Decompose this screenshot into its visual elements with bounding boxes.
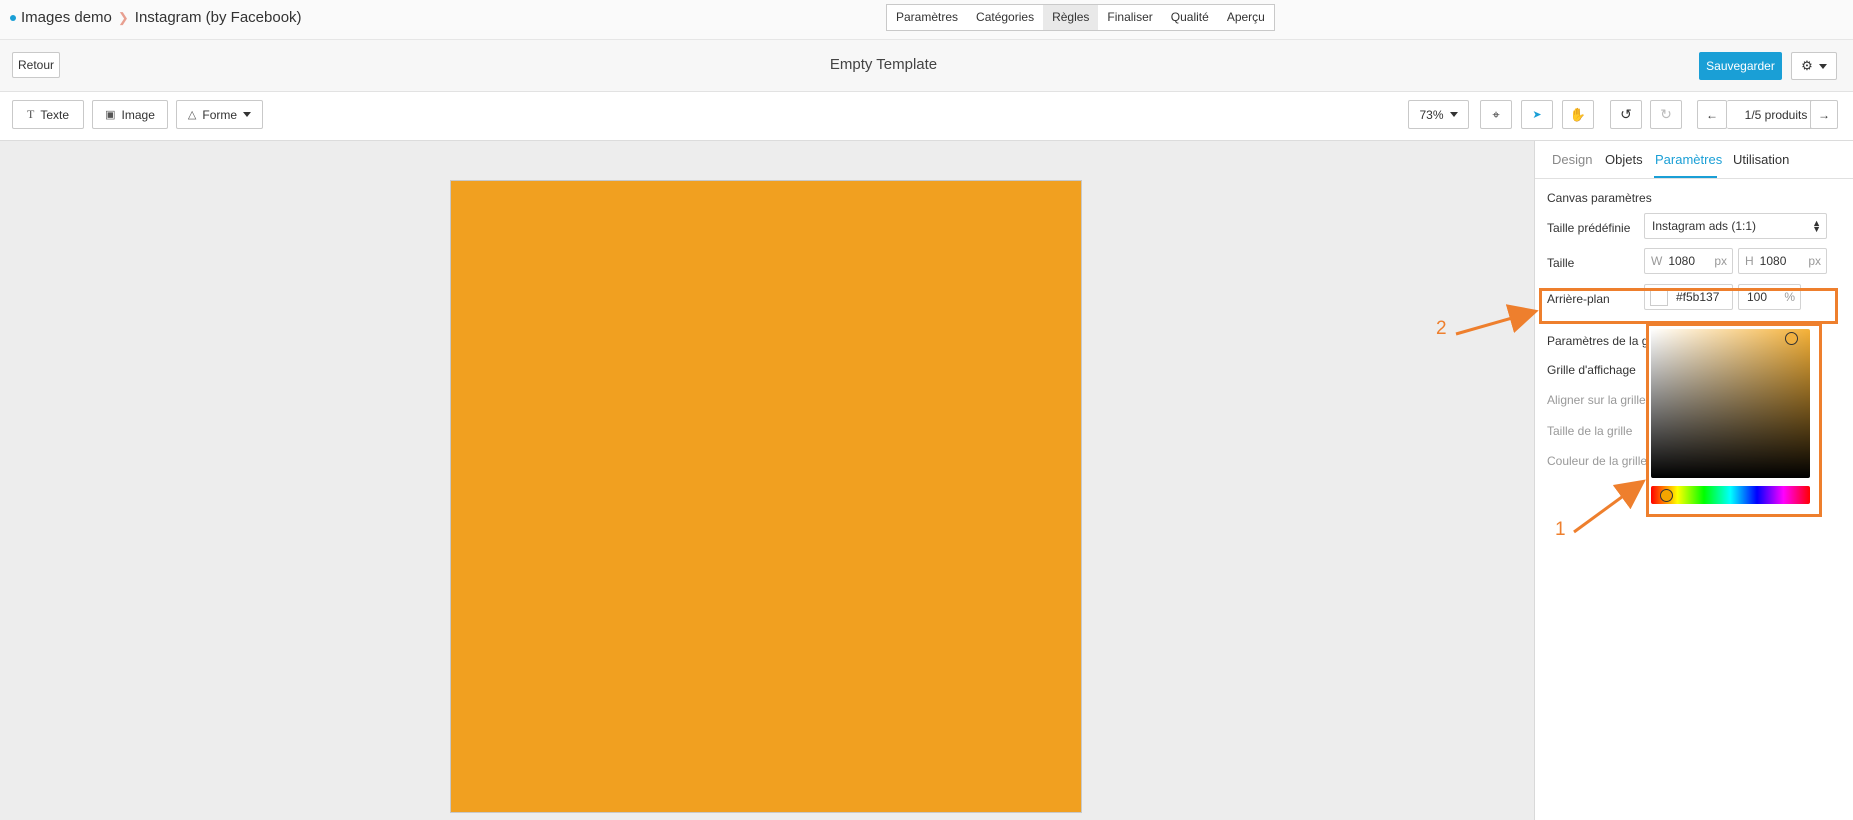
top-bar: Images demo ❯ Instagram (by Facebook) Pa… (0, 0, 1853, 40)
chevron-down-icon (1449, 112, 1458, 117)
width-unit: px (1714, 254, 1727, 268)
canvas-section-title: Canvas paramètres (1547, 191, 1652, 205)
step-finaliser[interactable]: Finaliser (1098, 5, 1161, 30)
editor-toolbar: T Texte ▣ Image △ Forme 73% ⌖ ➤ ✋ ↺ ↻ ← … (0, 92, 1853, 141)
add-text-label: Texte (40, 107, 70, 122)
redo-icon: ↻ (1660, 106, 1672, 122)
header-bar: Retour Empty Template Sauvegarder ⚙ (0, 40, 1853, 92)
height-unit: px (1808, 254, 1821, 268)
chevron-right-icon: ❯ (117, 9, 129, 25)
step-parametres[interactable]: Paramètres (887, 5, 967, 30)
sort-arrows-icon: ▲ ▼ (1812, 218, 1821, 234)
width-input[interactable]: W 1080 px (1644, 248, 1733, 274)
tab-design[interactable]: Design (1552, 152, 1592, 167)
grid-section-title: Paramètres de la g (1547, 334, 1649, 348)
height-prefix: H (1745, 254, 1754, 268)
preset-size-label: Taille prédéfinie (1547, 221, 1631, 235)
chevron-down-icon (243, 112, 252, 117)
cursor-icon: ➤ (1532, 109, 1542, 121)
breadcrumb-current: Instagram (by Facebook) (134, 9, 302, 26)
preset-size-value: Instagram ads (1:1) (1652, 219, 1757, 233)
redo-button[interactable]: ↻ (1650, 100, 1682, 129)
breadcrumb-root[interactable]: Images demo (21, 9, 112, 26)
arrow-right-icon: → (1818, 107, 1830, 122)
design-canvas[interactable] (450, 180, 1082, 813)
height-value: 1080 (1759, 254, 1787, 268)
tab-parametres[interactable]: Paramètres (1655, 152, 1722, 167)
next-product-button[interactable]: → (1810, 100, 1838, 129)
annotation-label-1: 1 (1555, 519, 1566, 540)
add-text-button[interactable]: T Texte (12, 100, 84, 129)
active-tab-indicator (1654, 176, 1717, 178)
undo-icon: ↺ (1620, 106, 1632, 122)
width-value: 1080 (1668, 254, 1696, 268)
grid-display-label: Grille d'affichage (1547, 363, 1636, 377)
settings-dropdown-button[interactable]: ⚙ (1791, 52, 1837, 80)
image-icon: ▣ (105, 109, 116, 121)
step-apercu[interactable]: Aperçu (1218, 5, 1274, 30)
previous-product-button[interactable]: ← (1697, 100, 1727, 129)
hand-icon: ✋ (1569, 106, 1587, 122)
width-prefix: W (1651, 254, 1663, 268)
preset-size-select[interactable]: Instagram ads (1:1) ▲ ▼ (1644, 213, 1827, 239)
crosshair-icon: ⌖ (1492, 106, 1500, 122)
pan-tool-button[interactable]: ✋ (1562, 100, 1594, 129)
chevron-down-icon (1818, 63, 1827, 69)
workflow-steps: Paramètres Catégories Règles Finaliser Q… (886, 4, 1275, 31)
status-dot-icon (10, 14, 16, 21)
add-shape-label: Forme (202, 107, 238, 122)
product-pager-label: 1/5 produits (1744, 107, 1808, 122)
annotation-box-color-picker (1646, 323, 1822, 517)
annotation-box-background-row (1539, 288, 1838, 324)
zoom-select[interactable]: 73% (1408, 100, 1469, 129)
annotation-label-2: 2 (1436, 318, 1447, 339)
add-shape-dropdown[interactable]: △ Forme (176, 100, 263, 129)
gear-icon: ⚙ (1801, 58, 1813, 73)
center-target-button[interactable]: ⌖ (1480, 100, 1512, 129)
add-image-label: Image (121, 107, 155, 122)
tab-objets[interactable]: Objets (1605, 152, 1643, 167)
text-icon: T (26, 107, 35, 121)
step-regles[interactable]: Règles (1043, 5, 1099, 30)
tab-utilisation[interactable]: Utilisation (1733, 152, 1789, 167)
snap-to-grid-label: Aligner sur la grille (1547, 393, 1646, 407)
height-input[interactable]: H 1080 px (1738, 248, 1827, 274)
select-tool-button[interactable]: ➤ (1521, 100, 1553, 129)
undo-button[interactable]: ↺ (1610, 100, 1642, 129)
step-categories[interactable]: Catégories (967, 5, 1043, 30)
size-label: Taille (1547, 256, 1575, 270)
add-image-button[interactable]: ▣ Image (92, 100, 168, 129)
arrow-left-icon: ← (1706, 107, 1718, 122)
zoom-value: 73% (1419, 107, 1444, 122)
template-title: Empty Template (829, 56, 938, 73)
breadcrumb: Images demo ❯ Instagram (by Facebook) (10, 9, 302, 26)
panel-tabs: Design Objets Paramètres Utilisation (1535, 141, 1853, 179)
save-button[interactable]: Sauvegarder (1699, 52, 1782, 80)
shapes-icon: △ (187, 109, 197, 121)
grid-size-label: Taille de la grille (1547, 424, 1633, 438)
step-qualite[interactable]: Qualité (1162, 5, 1218, 30)
grid-color-label: Couleur de la grille (1547, 454, 1648, 468)
